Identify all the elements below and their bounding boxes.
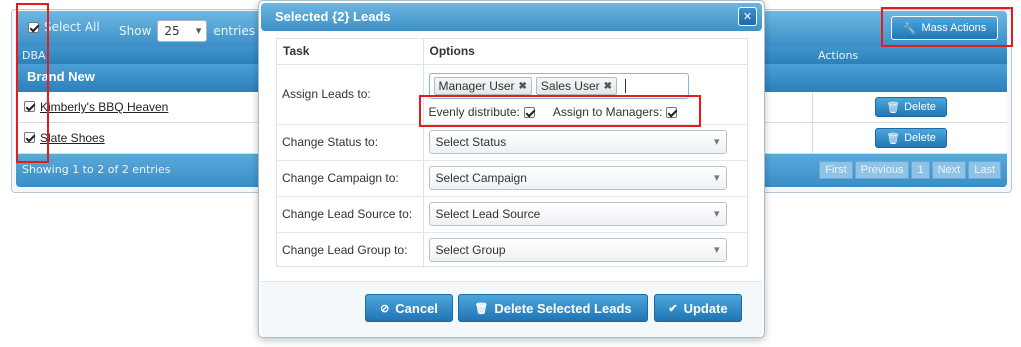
assign-managers-checkbox[interactable] [666,106,678,118]
user-tag: Manager User ✖ [433,77,532,95]
dialog-header: Selected {2} Leads ✕ [261,3,762,31]
entries-label: entries [213,24,255,38]
campaign-row: Change Campaign to: Select Campaign [277,160,747,197]
delete-button[interactable]: 🗑 Delete [875,128,947,148]
cancel-label: Cancel [395,300,438,316]
column-dba[interactable]: DBA [22,49,46,62]
delete-label: Delete [904,101,936,113]
mass-actions-button[interactable]: 🔧 Mass Actions [891,16,998,40]
close-icon: ✕ [742,10,753,23]
column-actions: Actions [818,49,859,62]
delete-selected-button[interactable]: 🗑 Delete Selected Leads [458,294,648,322]
row-checkbox[interactable] [24,101,35,112]
entries-select[interactable]: 25 [157,20,208,42]
campaign-label: Change Campaign to: [277,160,424,197]
evenly-distribute-checkbox[interactable] [523,106,535,118]
dialog-footer: ⊘ Cancel 🗑 Delete Selected Leads ✔ Updat… [261,281,762,337]
user-tag-label: Manager User [438,79,515,93]
mass-actions-dialog: Selected {2} Leads ✕ Task Options Assign… [258,0,765,338]
lead-group-row: Change Lead Group to: Select Group [277,232,747,268]
close-button[interactable]: ✕ [738,7,757,26]
cancel-button[interactable]: ⊘ Cancel [365,294,453,322]
row-checkbox[interactable] [24,132,35,143]
cancel-icon: ⊘ [380,302,390,315]
lead-source-label: Change Lead Source to: [277,196,424,233]
check-icon: ✔ [668,302,678,315]
task-table: Task Options Assign Leads to: Manager Us… [277,39,747,268]
delete-button[interactable]: 🗑 Delete [875,97,947,117]
dialog-body: Task Options Assign Leads to: Manager Us… [276,38,748,268]
campaign-select[interactable]: Select Campaign [428,166,727,190]
trash-icon: 🗑 [474,302,489,315]
task-header: Task [277,39,424,65]
show-label: Show [119,24,152,38]
status-row: Change Status to: Select Status [277,124,747,161]
lead-source-select[interactable]: Select Lead Source [428,202,727,226]
lead-source-row: Change Lead Source to: Select Lead Sourc… [277,196,747,233]
delete-selected-label: Delete Selected Leads [494,300,632,316]
update-label: Update [683,300,728,316]
group-label: Brand New [27,69,95,84]
pager-previous[interactable]: Previous [854,161,910,179]
mass-actions-label: Mass Actions [921,22,987,34]
assign-option-checkboxes: Evenly distribute: Assign to Managers: [429,105,743,119]
assign-options: Manager User ✖ Sales User ✖ Evenly distr… [423,64,747,125]
actions-cell: 🗑 Delete [812,123,1007,153]
user-tag-label: Sales User [540,79,600,93]
entries-info: Showing 1 to 2 of 2 entries [22,163,171,176]
wrench-icon: 🔧 [902,22,917,35]
trash-icon: 🗑 [886,101,901,114]
text-caret [625,79,626,93]
dialog-title: Selected {2} Leads [275,9,391,24]
lead-group-label: Change Lead Group to: [277,232,424,268]
pager-last[interactable]: Last [968,161,1001,179]
evenly-distribute-label: Evenly distribute: [428,105,520,119]
assign-users-input[interactable]: Manager User ✖ Sales User ✖ [428,73,689,99]
lead-name-link[interactable]: Slate Shoes [40,131,105,145]
update-button[interactable]: ✔ Update [654,294,742,322]
pager-first[interactable]: First [819,161,853,179]
pager-page[interactable]: 1 [911,161,930,179]
lead-name-link[interactable]: Kimberly's BBQ Heaven [40,100,168,114]
assign-label: Assign Leads to: [277,64,424,125]
select-all[interactable]: Select All [28,20,100,34]
user-tag: Sales User ✖ [535,77,617,95]
pagination: First Previous 1 Next Last [819,161,1001,179]
pager-next[interactable]: Next [931,161,967,179]
status-label: Change Status to: [277,124,424,161]
actions-cell: 🗑 Delete [812,92,1007,122]
assign-managers-label: Assign to Managers: [552,105,663,119]
select-all-label: Select All [44,20,100,34]
trash-icon: 🗑 [886,132,901,145]
lead-group-select[interactable]: Select Group [428,238,727,263]
remove-tag-icon[interactable]: ✖ [519,81,527,92]
options-header: Options [423,39,747,65]
delete-label: Delete [904,132,936,144]
assign-row: Assign Leads to: Manager User ✖ Sales Us… [277,64,747,125]
status-select[interactable]: Select Status [428,130,727,154]
select-all-checkbox[interactable] [28,21,39,33]
remove-tag-icon[interactable]: ✖ [604,81,612,92]
entries-selector: Show 25 entries [119,20,255,42]
